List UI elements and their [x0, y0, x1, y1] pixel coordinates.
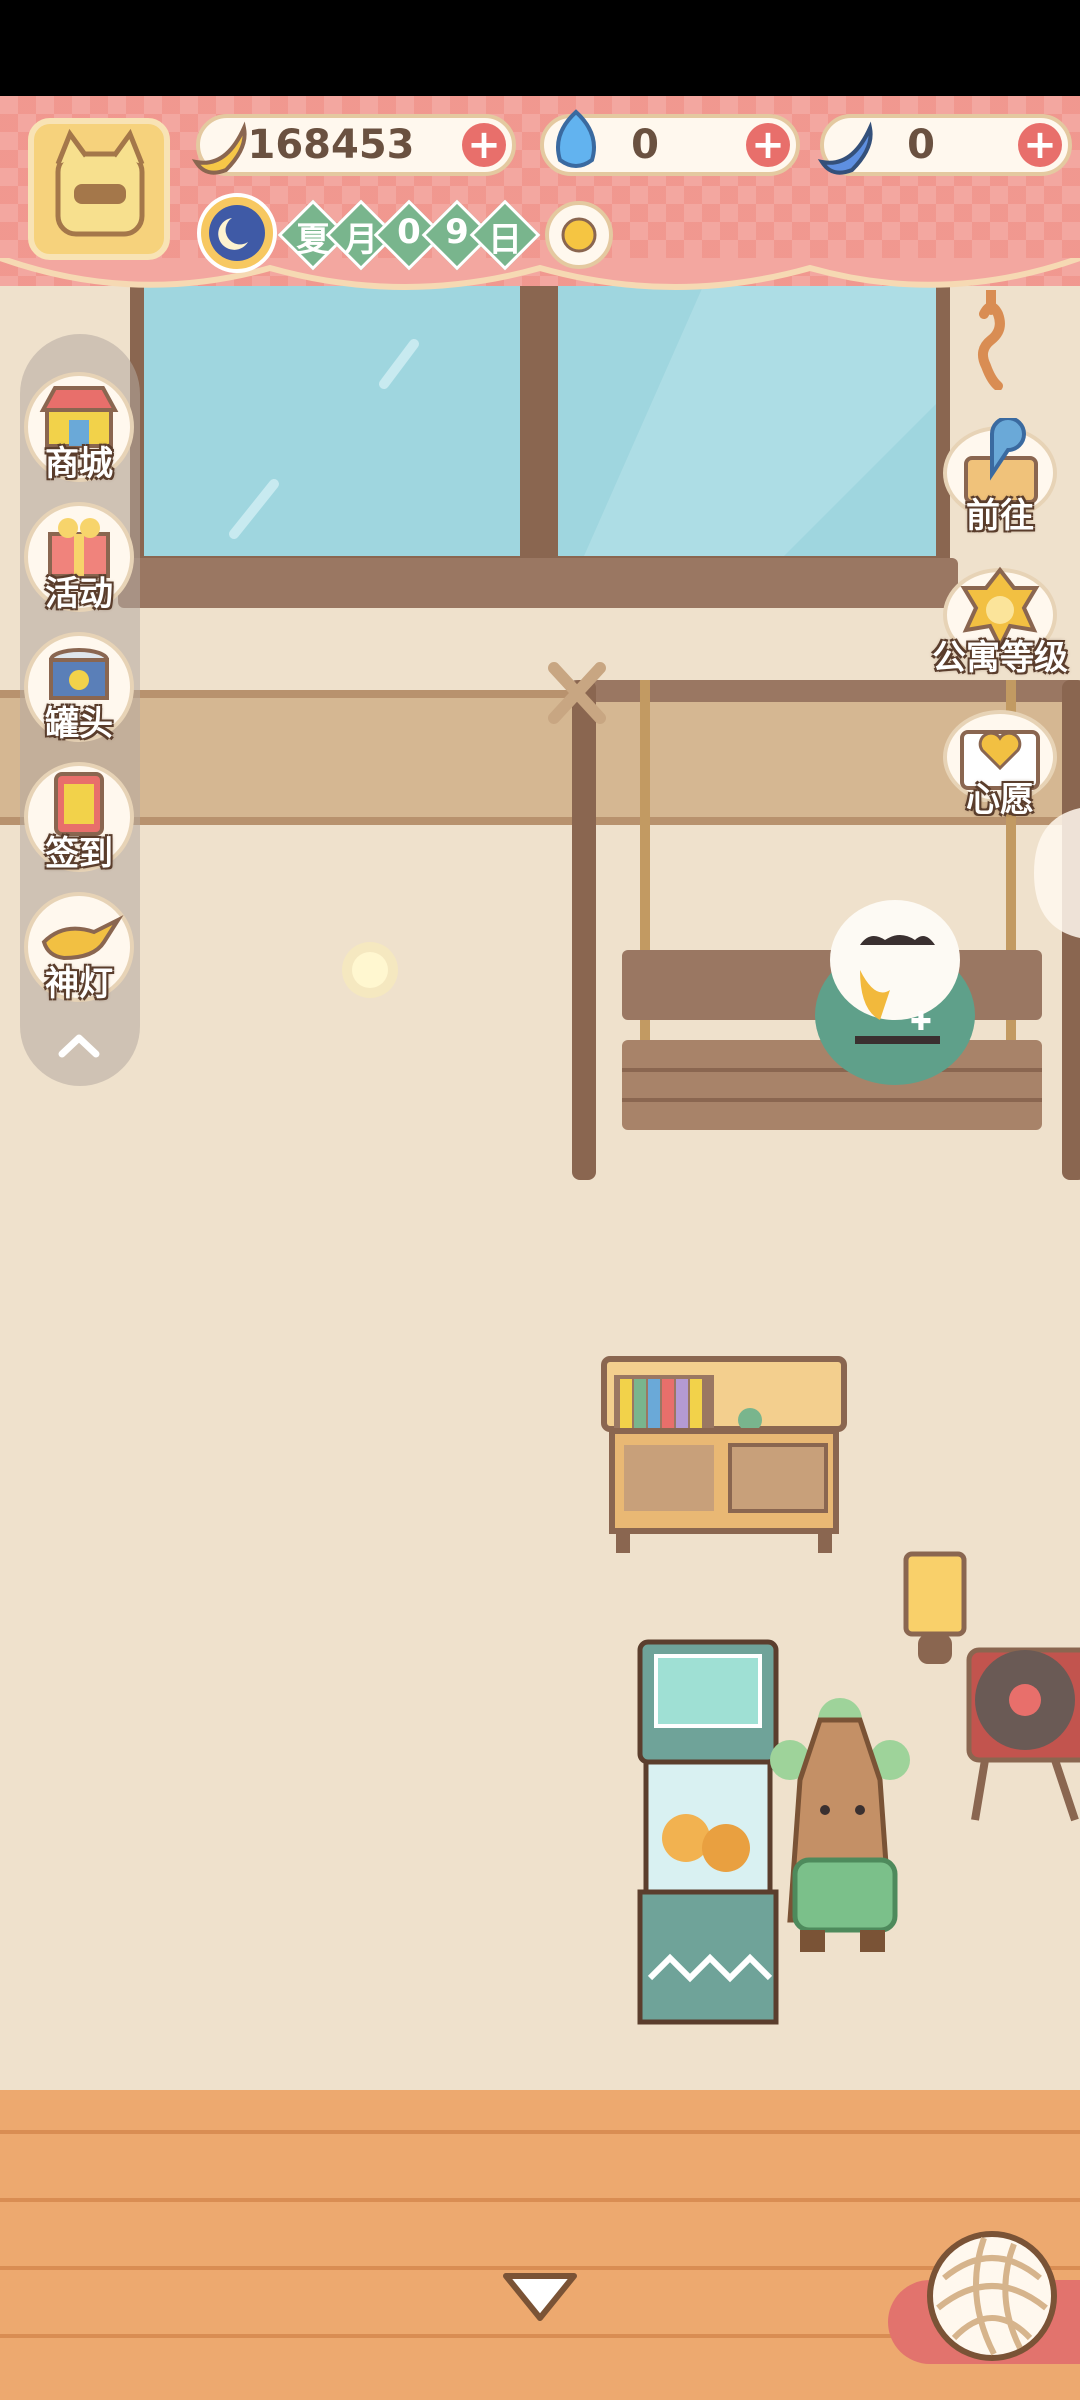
add-banana-button[interactable]: +	[462, 123, 506, 167]
event-label: 活动	[45, 574, 113, 614]
shop-label: 商城	[45, 444, 113, 484]
add-blue-flame-button[interactable]: +	[746, 123, 790, 167]
can-label: 罐头	[45, 704, 113, 744]
banner-scallop-edge	[0, 258, 1080, 290]
wish-button[interactable]: 心愿	[940, 702, 1060, 822]
goto-label: 前往	[966, 496, 1034, 536]
checkin-button[interactable]: 签到	[24, 762, 134, 874]
side-handle[interactable]	[1034, 808, 1080, 938]
add-blue-banana-button[interactable]: +	[1018, 123, 1062, 167]
bookshelf-desk[interactable]	[600, 1355, 850, 1565]
eagle-character[interactable]: ✚	[800, 890, 1000, 1090]
can-button[interactable]: 罐头	[24, 632, 134, 744]
calendar-date: 夏 月 0 9 日	[277, 199, 541, 271]
apartment-level-button[interactable]: 公寓等级	[932, 560, 1068, 680]
checkin-label: 签到	[45, 834, 113, 874]
sparkle-effect[interactable]	[330, 930, 410, 1010]
day-unit-char: 日	[488, 220, 522, 260]
tree-character[interactable]	[760, 1690, 930, 1960]
yarn-ball-button[interactable]	[924, 2228, 1060, 2364]
event-button[interactable]: 活动	[24, 502, 134, 614]
player-avatar[interactable]	[28, 118, 170, 260]
hanging-ornament	[977, 290, 1005, 390]
blue-flame-icon	[556, 109, 596, 168]
window-frame-divider	[520, 270, 558, 570]
chevron-up-icon	[58, 1034, 100, 1058]
magic-lamp-button[interactable]: 神灯	[24, 892, 134, 1004]
status-bar	[0, 0, 1080, 96]
blue-banana-icon	[817, 121, 873, 175]
window-sill	[118, 558, 958, 608]
moon-clock-icon[interactable]	[196, 192, 278, 274]
floor-lamp[interactable]	[900, 1550, 970, 1670]
goto-button[interactable]: 前往	[940, 416, 1060, 538]
collapse-menu-button[interactable]	[46, 1020, 112, 1070]
expand-down-button[interactable]	[500, 2270, 580, 2330]
cat-avatar-icon	[55, 128, 145, 237]
magic-lamp-label: 神灯	[45, 964, 113, 1004]
sun-icon[interactable]	[544, 200, 614, 270]
chevron-down-icon	[503, 2273, 577, 2321]
record-player[interactable]	[965, 1640, 1080, 1830]
shop-button[interactable]: 商城	[24, 372, 134, 484]
banana-icon	[191, 121, 247, 175]
apartment-level-label: 公寓等级	[932, 638, 1068, 678]
svg-text:✚: ✚	[910, 1007, 932, 1037]
